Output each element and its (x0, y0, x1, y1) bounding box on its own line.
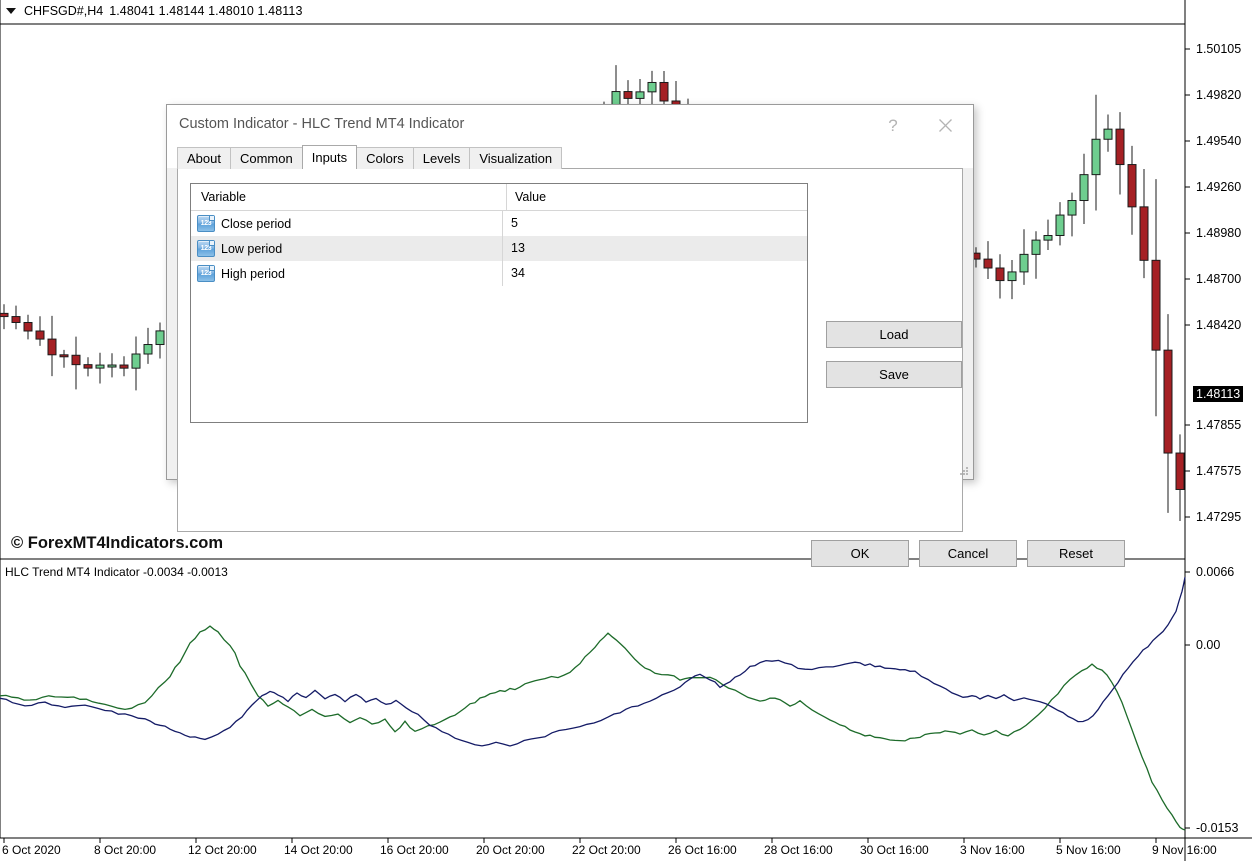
tab-inputs[interactable]: Inputs (302, 145, 357, 169)
number-input-icon: 123 (197, 215, 215, 232)
save-button[interactable]: Save (826, 361, 962, 388)
price-axis-label: 1.50105 (1196, 42, 1241, 56)
price-axis-label: 1.48700 (1196, 272, 1241, 286)
footer-button-group: OK Cancel Reset (167, 530, 973, 579)
time-axis-label: 16 Oct 20:00 (380, 843, 449, 857)
time-axis-label: 28 Oct 16:00 (764, 843, 833, 857)
grid-cell-value[interactable]: 34 (502, 261, 807, 286)
table-row[interactable]: 123 Low period 13 (191, 236, 807, 261)
grid-cell-variable: 123 Low period (191, 236, 502, 261)
grid-cell-variable: 123 High period (191, 261, 502, 286)
indicator-scale-label: -0.0153 (1196, 821, 1238, 835)
dialog-titlebar[interactable]: Custom Indicator - HLC Trend MT4 Indicat… (167, 105, 973, 147)
price-axis-label: 1.48420 (1196, 318, 1241, 332)
indicator-scale-label: 0.0066 (1196, 565, 1234, 579)
number-input-icon: 123 (197, 240, 215, 257)
inputs-grid[interactable]: Variable Value 123 Close period 5 123 (190, 183, 808, 423)
close-button[interactable] (922, 105, 968, 146)
time-axis-label: 3 Nov 16:00 (960, 843, 1025, 857)
indicator-scale-label: 0.00 (1196, 638, 1220, 652)
table-row[interactable]: 123 Close period 5 (191, 211, 807, 236)
tab-common[interactable]: Common (230, 147, 303, 169)
variable-label: Close period (221, 217, 291, 231)
symbol-ohlc-values: 1.48041 1.48144 1.48010 1.48113 (109, 4, 302, 18)
mt4-chart-window: CHFSGD#,H4 1.48041 1.48144 1.48010 1.481… (0, 0, 1252, 861)
symbol-header: CHFSGD#,H4 1.48041 1.48144 1.48010 1.481… (6, 4, 303, 18)
side-button-group: Load Save (826, 321, 962, 388)
price-axis-label: 1.47295 (1196, 510, 1241, 524)
grid-cell-value[interactable]: 5 (502, 211, 807, 236)
column-header-variable: Variable (191, 190, 506, 204)
current-price-badge: 1.48113 (1193, 386, 1243, 402)
time-axis-label: 26 Oct 16:00 (668, 843, 737, 857)
cancel-button[interactable]: Cancel (919, 540, 1017, 567)
close-icon (938, 118, 953, 133)
tab-colors[interactable]: Colors (356, 147, 414, 169)
time-axis-label: 6 Oct 2020 (2, 843, 61, 857)
table-row[interactable]: 123 High period 34 (191, 261, 807, 286)
reset-button[interactable]: Reset (1027, 540, 1125, 567)
time-axis-label: 20 Oct 20:00 (476, 843, 545, 857)
help-button[interactable]: ? (870, 105, 916, 146)
tab-levels[interactable]: Levels (413, 147, 471, 169)
time-axis-label: 9 Nov 16:00 (1152, 843, 1217, 857)
ok-button[interactable]: OK (811, 540, 909, 567)
price-axis-label: 1.49260 (1196, 180, 1241, 194)
time-axis-label: 5 Nov 16:00 (1056, 843, 1121, 857)
variable-label: High period (221, 267, 285, 281)
dialog-title: Custom Indicator - HLC Trend MT4 Indicat… (179, 116, 464, 132)
price-axis-label: 1.47575 (1196, 464, 1241, 478)
dialog-tabs: About Common Inputs Colors Levels Visual… (177, 146, 561, 169)
tab-about[interactable]: About (177, 147, 231, 169)
inputs-panel: Variable Value 123 Close period 5 123 (177, 168, 963, 532)
column-header-value: Value (506, 184, 807, 210)
custom-indicator-dialog: Custom Indicator - HLC Trend MT4 Indicat… (166, 104, 974, 480)
price-axis-label: 1.47855 (1196, 418, 1241, 432)
grid-cell-variable: 123 Close period (191, 211, 502, 236)
resize-grip-icon[interactable] (960, 467, 969, 476)
price-axis-label: 1.48980 (1196, 226, 1241, 240)
time-axis-label: 22 Oct 20:00 (572, 843, 641, 857)
time-axis-label: 8 Oct 20:00 (94, 843, 156, 857)
inputs-panel-inner: Variable Value 123 Close period 5 123 (178, 169, 962, 521)
price-axis-label: 1.49820 (1196, 88, 1241, 102)
number-input-icon: 123 (197, 265, 215, 282)
triangle-down-icon[interactable] (6, 8, 16, 14)
variable-label: Low period (221, 242, 282, 256)
time-axis-label: 12 Oct 20:00 (188, 843, 257, 857)
time-axis-label: 30 Oct 16:00 (860, 843, 929, 857)
load-button[interactable]: Load (826, 321, 962, 348)
tab-visualization[interactable]: Visualization (469, 147, 562, 169)
symbol-name: CHFSGD#,H4 (24, 4, 103, 18)
grid-header-row: Variable Value (191, 184, 807, 211)
price-axis-label: 1.49540 (1196, 134, 1241, 148)
grid-cell-value[interactable]: 13 (502, 236, 807, 261)
time-axis-label: 14 Oct 20:00 (284, 843, 353, 857)
